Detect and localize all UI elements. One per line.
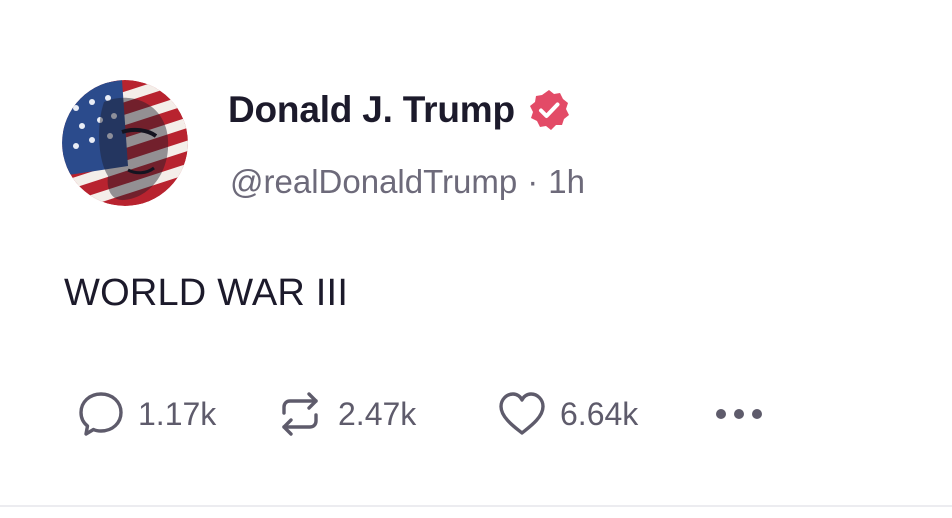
handle-separator: ·	[527, 163, 539, 200]
reply-button[interactable]: 1.17k	[76, 389, 274, 439]
post-timestamp[interactable]: 1h	[548, 163, 585, 201]
reply-count: 1.17k	[138, 395, 217, 432]
avatar-image	[62, 80, 188, 206]
repost-button[interactable]: 2.47k	[274, 389, 496, 439]
more-dot	[752, 409, 762, 419]
like-button[interactable]: 6.64k	[496, 389, 716, 439]
divider	[0, 505, 952, 507]
avatar[interactable]	[62, 80, 188, 206]
more-dot	[734, 409, 744, 419]
post-actions: 1.17k 2.47k 6.64k	[76, 388, 762, 440]
verified-badge-icon	[527, 88, 571, 132]
more-dot	[716, 409, 726, 419]
post-card[interactable]: Donald J. Trump @realDonaldTrump · 1h WO…	[0, 0, 952, 508]
repost-icon	[282, 392, 318, 436]
reply-bubble-icon	[79, 392, 123, 436]
author-handle[interactable]: @realDonaldTrump	[230, 163, 517, 201]
repost-count: 2.47k	[338, 395, 417, 432]
post-text: WORLD WAR III	[64, 272, 349, 314]
heart-icon	[499, 392, 545, 435]
like-count: 6.64k	[560, 395, 639, 432]
author-display-name[interactable]: Donald J. Trump	[228, 89, 515, 131]
more-dots-icon[interactable]	[716, 394, 762, 434]
author-handle-row: @realDonaldTrump · 1h	[230, 160, 585, 204]
author-name-row: Donald J. Trump	[228, 86, 571, 134]
